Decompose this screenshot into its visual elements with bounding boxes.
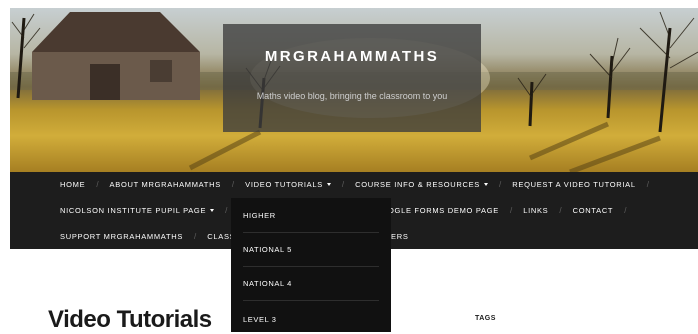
divider <box>243 232 379 233</box>
site-title[interactable]: MRGRAHAMMATHS <box>223 48 481 65</box>
sidebar-tags-heading: TAGS <box>475 315 496 322</box>
divider <box>243 266 379 267</box>
nav-item-nicolson-institute[interactable]: NICOLSON INSTITUTE PUPIL PAGE <box>60 206 215 215</box>
nav-item-links[interactable]: LINKS <box>523 206 548 215</box>
nav-item-course-info[interactable]: COURSE INFO & RESOURCES <box>355 180 489 189</box>
nav-item-about[interactable]: ABOUT MRGRAHAMMATHS <box>110 180 221 189</box>
nav-row-1: HOME / ABOUT MRGRAHAMMATHS / VIDEO TUTOR… <box>60 174 660 194</box>
nav-item-video-tutorials[interactable]: VIDEO TUTORIALS <box>245 180 331 189</box>
nav-separator: / <box>499 179 502 189</box>
site-branding: MRGRAHAMMATHS Maths video blog, bringing… <box>223 24 481 132</box>
nav-separator: / <box>646 179 649 189</box>
chevron-down-icon <box>326 182 331 186</box>
nav-separator: / <box>509 205 513 215</box>
nav-row-2: NICOLSON INSTITUTE PUPIL PAGE / I <box>60 200 241 220</box>
site-tagline: Maths video blog, bringing the classroom… <box>256 91 448 101</box>
header-image: MRGRAHAMMATHS Maths video blog, bringing… <box>10 8 698 172</box>
dropdown-item-national-4[interactable]: NATIONAL 4 <box>243 279 292 288</box>
nav-item-support[interactable]: SUPPORT MRGRAHAMMATHS <box>60 232 183 241</box>
nav-row-3: SUPPORT MRGRAHAMMATHS / CLASSV <box>60 226 241 246</box>
nav-item-partial-ers[interactable]: ERS <box>391 232 409 241</box>
nav-separator: / <box>194 231 197 241</box>
nav-item-google-forms-demo[interactable]: OGLE FORMS DEMO PAGE <box>388 206 499 215</box>
dropdown-item-higher[interactable]: HIGHER <box>243 211 276 220</box>
dropdown-item-level-3[interactable]: LEVEL 3 <box>243 315 277 324</box>
page-title: Video Tutorials <box>48 306 212 333</box>
chevron-down-icon <box>210 208 215 212</box>
nav-item-request-video[interactable]: REQUEST A VIDEO TUTORIAL <box>512 180 636 189</box>
nav-separator: / <box>225 205 228 215</box>
chevron-down-icon <box>484 182 489 186</box>
video-tutorials-dropdown: HIGHER NATIONAL 5 NATIONAL 4 LEVEL 3 <box>231 198 391 332</box>
nav-separator: / <box>96 179 99 189</box>
nav-item-contact[interactable]: CONTACT <box>573 206 614 215</box>
nav-separator: / <box>341 179 345 189</box>
nav-separator: / <box>231 179 235 189</box>
nav-item-home[interactable]: HOME <box>60 180 85 189</box>
nav-row-3-continued: ERS <box>391 226 409 246</box>
nav-separator: / <box>624 205 627 215</box>
nav-row-2-continued: OGLE FORMS DEMO PAGE / LINKS / CONTACT / <box>388 200 637 220</box>
divider <box>243 300 379 301</box>
dropdown-item-national-5[interactable]: NATIONAL 5 <box>243 245 292 254</box>
nav-separator: / <box>559 205 562 215</box>
